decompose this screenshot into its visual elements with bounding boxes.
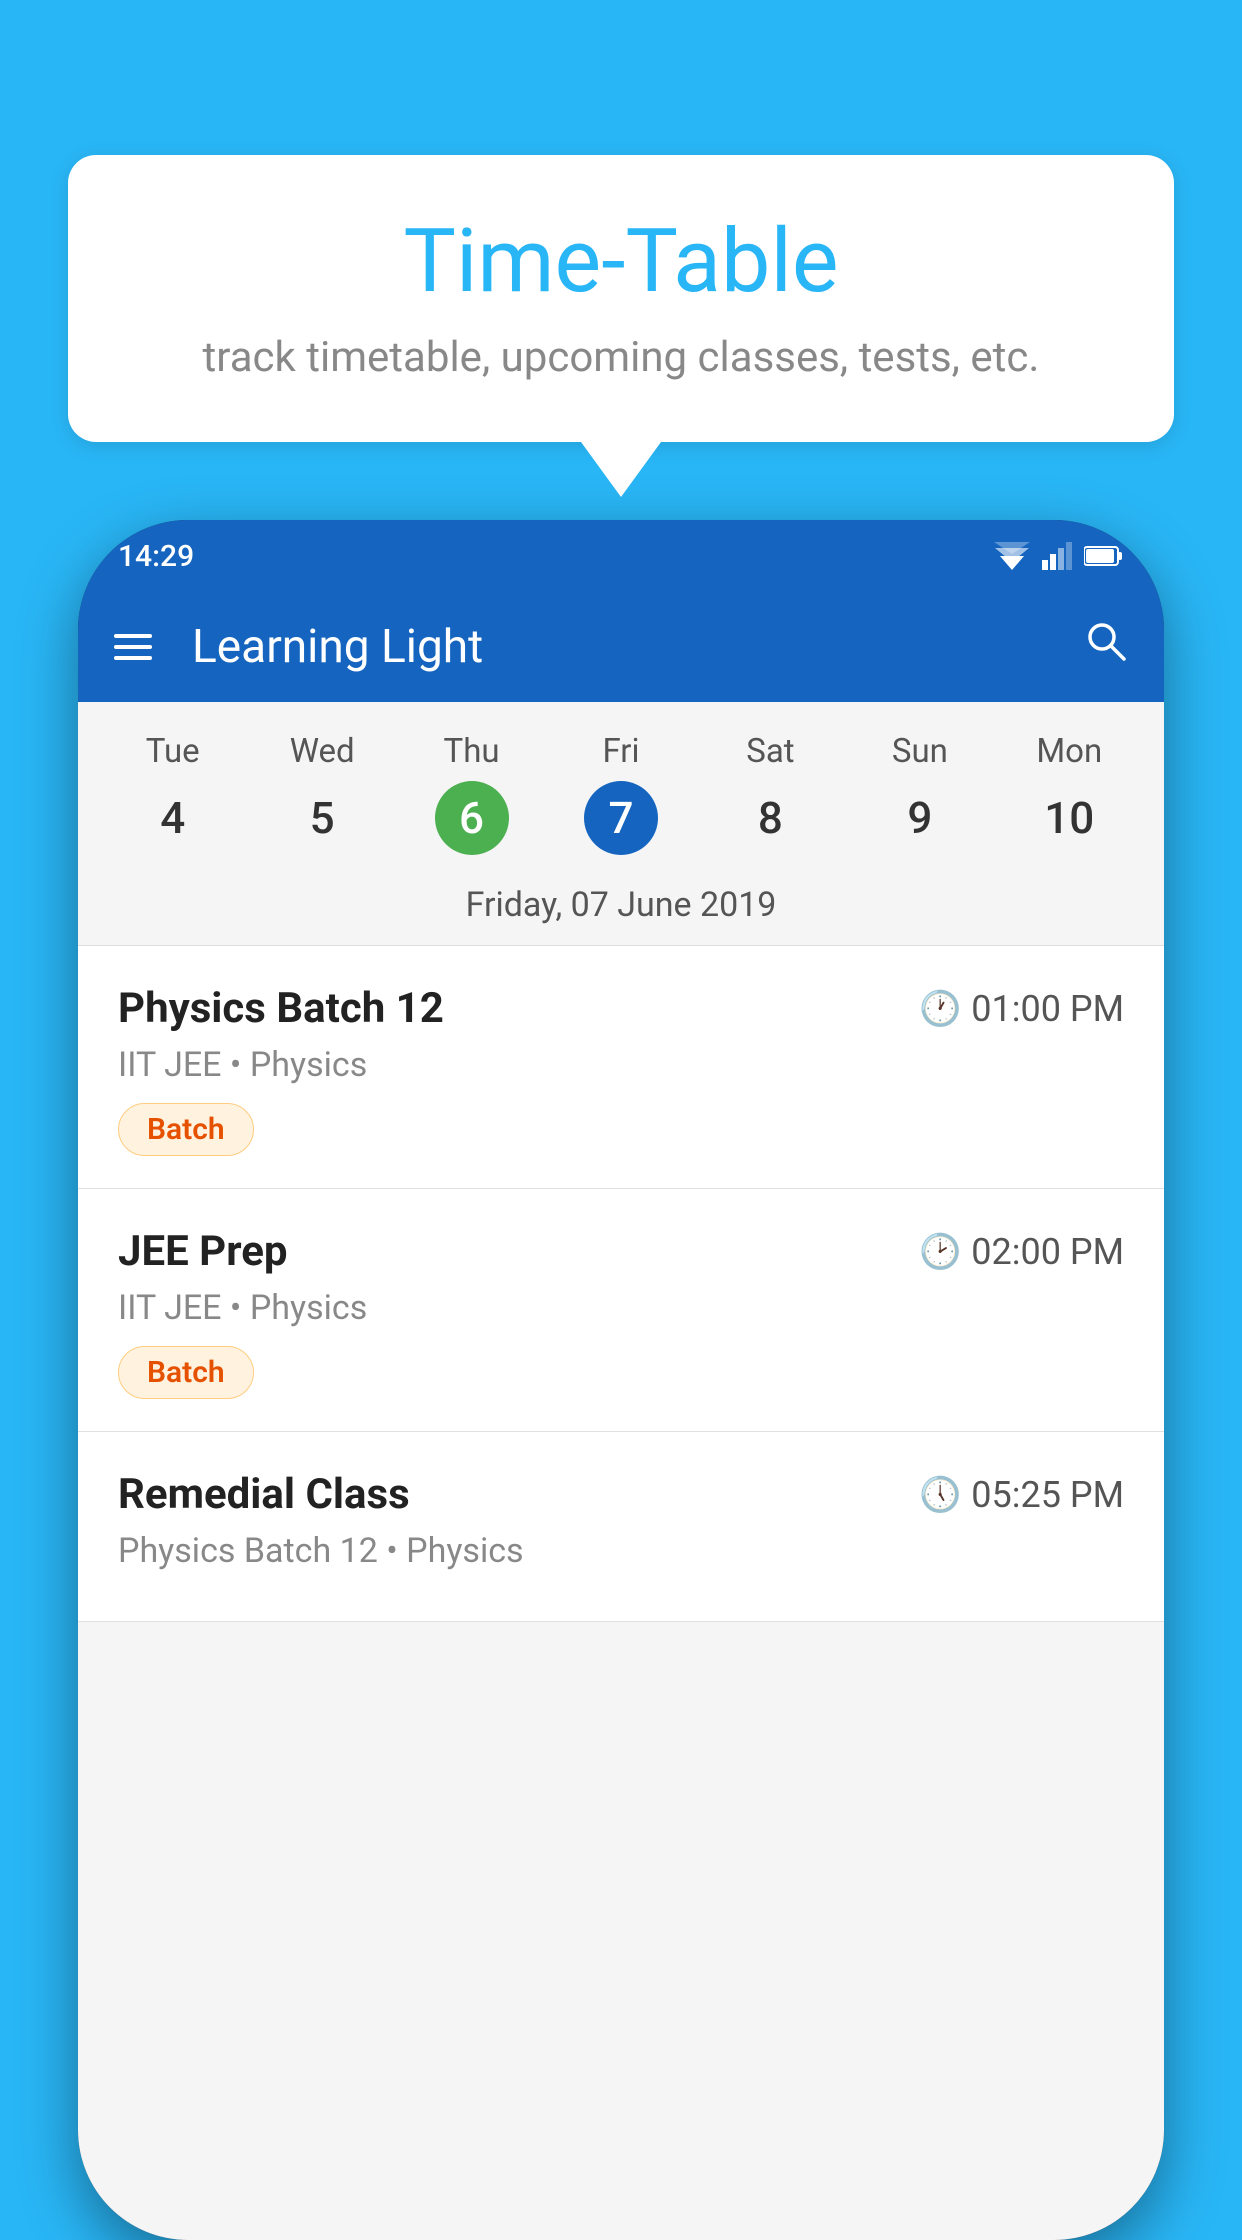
- day-name-sun: Sun: [845, 722, 994, 781]
- clock-icon-3: 🕔: [919, 1475, 961, 1515]
- day-names-row: Tue Wed Thu Fri Sat Sun Mon: [78, 722, 1164, 781]
- schedule-item-1-header: Physics Batch 12 🕐 01:00 PM: [118, 984, 1124, 1033]
- selected-date-label: Friday, 07 June 2019: [78, 875, 1164, 946]
- schedule-item-3-time: 🕔 05:25 PM: [919, 1474, 1124, 1516]
- schedule-item-1-time: 🕐 01:00 PM: [919, 988, 1124, 1030]
- schedule-item-3-time-label: 05:25 PM: [971, 1474, 1124, 1516]
- schedule-item-2-time-label: 02:00 PM: [971, 1231, 1124, 1273]
- schedule-item-1-badge: Batch: [118, 1103, 254, 1156]
- schedule-item-2-meta: IIT JEE • Physics: [118, 1288, 1124, 1328]
- status-bar: 14:29: [78, 520, 1164, 592]
- day-nums-row: 4 5 6 7 8 9 10: [78, 781, 1164, 875]
- app-title: Learning Light: [192, 620, 1054, 674]
- speech-bubble: Time-Table track timetable, upcoming cla…: [68, 155, 1174, 442]
- schedule-item-1-title: Physics Batch 12: [118, 984, 444, 1033]
- day-name-wed: Wed: [247, 722, 396, 781]
- speech-bubble-arrow: [581, 442, 661, 497]
- day-name-tue: Tue: [98, 722, 247, 781]
- speech-bubble-subtitle: track timetable, upcoming classes, tests…: [148, 333, 1094, 382]
- phone-frame: 14:29: [78, 520, 1164, 2240]
- schedule-item-1[interactable]: Physics Batch 12 🕐 01:00 PM IIT JEE • Ph…: [78, 946, 1164, 1189]
- speech-bubble-title: Time-Table: [148, 210, 1094, 313]
- calendar-strip: Tue Wed Thu Fri Sat Sun Mon 4 5 6 7 8 9 …: [78, 702, 1164, 946]
- schedule-item-2-title: JEE Prep: [118, 1227, 288, 1276]
- schedule-item-3-meta: Physics Batch 12 • Physics: [118, 1531, 1124, 1571]
- schedule-item-1-meta: IIT JEE • Physics: [118, 1045, 1124, 1085]
- day-9[interactable]: 9: [845, 782, 994, 854]
- search-button[interactable]: [1084, 618, 1128, 676]
- day-name-thu: Thu: [397, 722, 546, 781]
- day-6-today[interactable]: 6: [435, 781, 509, 855]
- phone-screen: Tue Wed Thu Fri Sat Sun Mon 4 5 6 7 8 9 …: [78, 702, 1164, 2240]
- speech-bubble-container: Time-Table track timetable, upcoming cla…: [68, 155, 1174, 497]
- schedule-item-2-header: JEE Prep 🕑 02:00 PM: [118, 1227, 1124, 1276]
- schedule-item-3-title: Remedial Class: [118, 1470, 410, 1519]
- app-bar: Learning Light: [78, 592, 1164, 702]
- day-7-selected[interactable]: 7: [584, 781, 658, 855]
- day-5[interactable]: 5: [247, 782, 396, 854]
- day-name-sat: Sat: [696, 722, 845, 781]
- day-8[interactable]: 8: [696, 782, 845, 854]
- day-10[interactable]: 10: [995, 782, 1144, 854]
- schedule-item-1-time-label: 01:00 PM: [971, 988, 1124, 1030]
- signal-icon: [1042, 542, 1072, 570]
- schedule-item-2-time: 🕑 02:00 PM: [919, 1231, 1124, 1273]
- day-name-fri: Fri: [546, 722, 695, 781]
- status-icons: [994, 542, 1124, 570]
- clock-icon-2: 🕑: [919, 1232, 961, 1272]
- schedule-item-2-badge: Batch: [118, 1346, 254, 1399]
- schedule-item-2[interactable]: JEE Prep 🕑 02:00 PM IIT JEE • Physics Ba…: [78, 1189, 1164, 1432]
- schedule-item-3[interactable]: Remedial Class 🕔 05:25 PM Physics Batch …: [78, 1432, 1164, 1622]
- battery-icon: [1084, 545, 1124, 567]
- schedule-item-3-header: Remedial Class 🕔 05:25 PM: [118, 1470, 1124, 1519]
- clock-icon-1: 🕐: [919, 989, 961, 1029]
- status-time: 14:29: [118, 539, 194, 574]
- day-name-mon: Mon: [995, 722, 1144, 781]
- schedule-list: Physics Batch 12 🕐 01:00 PM IIT JEE • Ph…: [78, 946, 1164, 1622]
- wifi-icon: [994, 542, 1030, 570]
- hamburger-menu-icon[interactable]: [114, 634, 152, 660]
- day-4[interactable]: 4: [98, 782, 247, 854]
